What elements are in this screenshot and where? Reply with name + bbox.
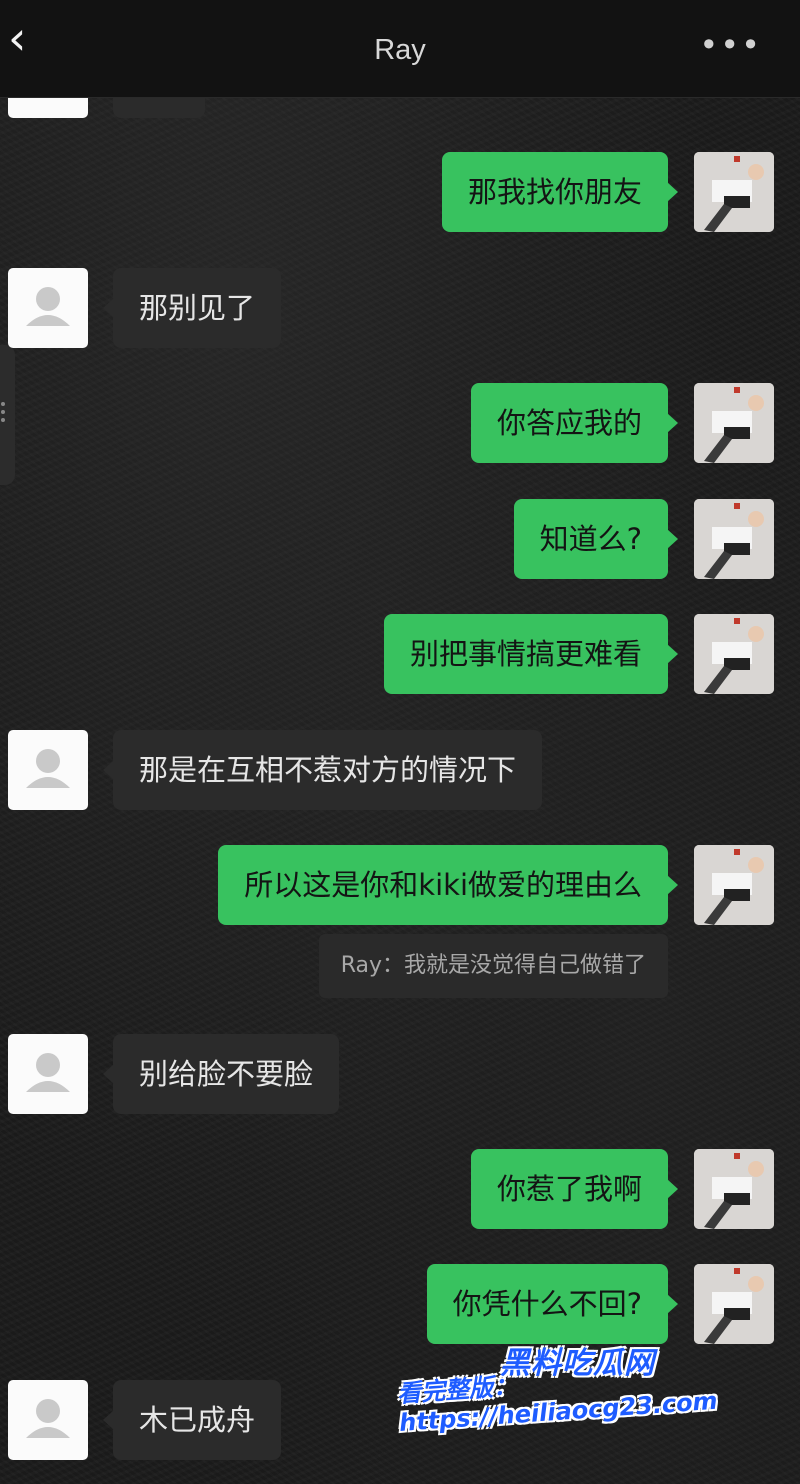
received-message-bubble[interactable]: 那别见了: [102, 268, 282, 348]
photo-avatar-icon: [694, 383, 774, 463]
message-row: 你惹了我啊: [0, 1149, 800, 1229]
received-message-bubble[interactable]: 别给脸不要脸: [102, 1034, 340, 1114]
message-row: 你凭什么不回?: [0, 1264, 800, 1344]
my-avatar[interactable]: [694, 383, 774, 463]
my-avatar[interactable]: [694, 1149, 774, 1229]
received-message-bubble[interactable]: 那是在互相不惹对方的情况下: [102, 730, 543, 810]
contact-avatar[interactable]: [8, 1380, 88, 1460]
received-message-bubble[interactable]: 木已成舟: [102, 1380, 282, 1460]
default-user-icon: [26, 1399, 70, 1438]
chat-header: ‹ Ray •••: [0, 0, 800, 98]
photo-avatar-icon: [694, 1264, 774, 1344]
my-avatar[interactable]: [694, 1264, 774, 1344]
message-row: 知道么?: [0, 499, 800, 579]
message-row: 别给脸不要脸: [0, 1034, 800, 1114]
sent-message-bubble[interactable]: 所以这是你和kiki做爱的理由么: [218, 845, 678, 925]
my-avatar[interactable]: [694, 499, 774, 579]
sent-message-bubble[interactable]: 别把事情搞更难看: [383, 614, 679, 694]
default-user-icon: [26, 1053, 70, 1092]
my-avatar[interactable]: [694, 152, 774, 232]
photo-avatar-icon: [694, 614, 774, 694]
photo-avatar-icon: [694, 845, 774, 925]
my-avatar[interactable]: [694, 614, 774, 694]
message-row: 那我找你朋友: [0, 152, 800, 232]
sent-message-bubble[interactable]: 你惹了我啊: [470, 1149, 679, 1229]
sent-message-bubble[interactable]: 那我找你朋友: [441, 152, 679, 232]
contact-avatar[interactable]: [8, 268, 88, 348]
contact-avatar[interactable]: [8, 1034, 88, 1114]
message-row: 那别见了: [0, 268, 800, 348]
message-row: 所以这是你和kiki做爱的理由么: [0, 845, 800, 925]
photo-avatar-icon: [694, 499, 774, 579]
message-row: 那是在互相不惹对方的情况下: [0, 730, 800, 810]
message-row: 你答应我的: [0, 383, 800, 463]
photo-avatar-icon: [694, 152, 774, 232]
contact-avatar[interactable]: [8, 730, 88, 810]
chat-title: Ray: [374, 34, 426, 66]
quoted-reply[interactable]: Ray：我就是没觉得自己做错了: [318, 934, 668, 998]
default-user-icon: [26, 749, 70, 788]
sent-message-bubble[interactable]: 你答应我的: [470, 383, 679, 463]
sent-message-bubble[interactable]: 知道么?: [513, 499, 679, 579]
default-user-icon: [26, 287, 70, 326]
my-avatar[interactable]: [694, 845, 774, 925]
photo-avatar-icon: [694, 1149, 774, 1229]
message-row: 别把事情搞更难看: [0, 614, 800, 694]
sent-message-bubble[interactable]: 你凭什么不回?: [426, 1264, 679, 1344]
more-options-icon[interactable]: •••: [699, 26, 762, 64]
